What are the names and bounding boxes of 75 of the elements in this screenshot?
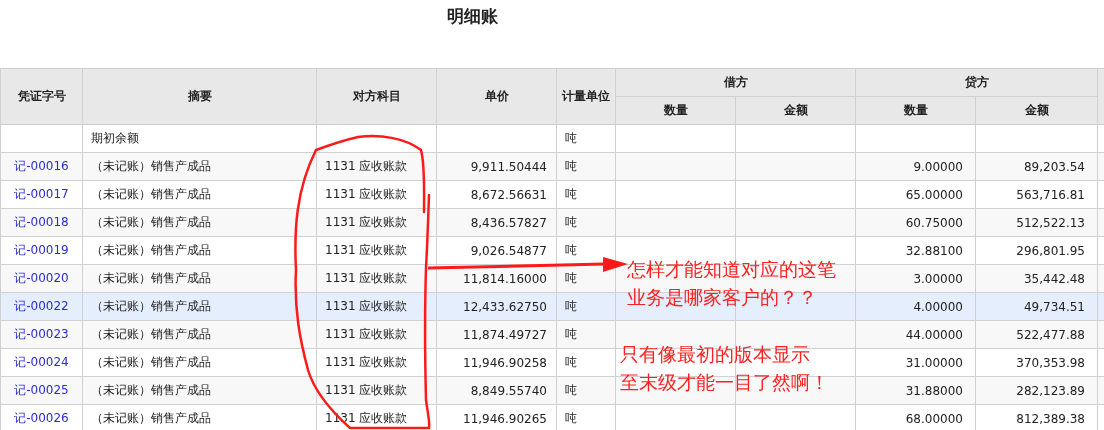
table-cell: 吨 [565, 271, 577, 285]
column-header: 金额 [975, 96, 1098, 125]
table-cell: （未记账）销售产成品 [91, 215, 211, 229]
table-cell: 35,442.48 [1023, 271, 1085, 286]
page-title: 明细账 [446, 5, 498, 27]
table-cell: 1131 应收账款 [325, 187, 408, 201]
column-header: 数量 [855, 96, 976, 125]
table-cell: 49,734.51 [1023, 299, 1085, 314]
column-group-header: 贷方 [855, 68, 1098, 97]
table-cell: 44.00000 [905, 327, 963, 342]
table-cell: 吨 [565, 243, 577, 257]
table-cell: 32.88100 [905, 243, 963, 258]
table-cell: 8,672.56631 [470, 187, 547, 202]
table-cell: 563,716.81 [1016, 187, 1085, 202]
table-cell: （未记账）销售产成品 [91, 271, 211, 285]
column-header: 金额 [735, 96, 856, 125]
table-cell: 9.00000 [913, 159, 963, 174]
table-cell: 9,911.50444 [470, 159, 547, 174]
table-cell: 89,203.54 [1023, 159, 1085, 174]
table-cell: 12,433.62750 [463, 299, 547, 314]
table-cell: 1131 应收账款 [325, 383, 408, 397]
table-cell: 522,477.88 [1016, 327, 1085, 342]
table-cell: 282,123.89 [1016, 383, 1085, 398]
table-cell: （未记账）销售产成品 [91, 411, 211, 425]
annotation-text: 只有像最初的版本显示 至末级才能一目了然啊！ [620, 342, 829, 395]
table-cell: 11,946.90265 [463, 411, 547, 426]
table-cell: 11,874.49727 [463, 327, 547, 342]
table-cell: 296,801.95 [1016, 243, 1085, 258]
column-header: 凭证字号 [0, 68, 83, 125]
table-cell: 1131 应收账款 [325, 299, 408, 313]
table-cell: （未记账）销售产成品 [91, 355, 211, 369]
table-cell: 31.88000 [905, 383, 963, 398]
table-cell: 吨 [565, 159, 577, 173]
column-header: 计量单位 [556, 68, 616, 125]
table-cell: 吨 [565, 187, 577, 201]
table-cell: 吨 [565, 411, 577, 425]
table-cell: 1131 应收账款 [325, 271, 408, 285]
table-cell: （未记账）销售产成品 [91, 159, 211, 173]
table-cell: 370,353.98 [1016, 355, 1085, 370]
table-cell: 1131 应收账款 [325, 159, 408, 173]
table-cell: 60.75000 [905, 215, 963, 230]
table-cell: 吨 [565, 131, 577, 145]
table-cell: 11,814.16000 [463, 271, 547, 286]
table-cell: （未记账）销售产成品 [91, 299, 211, 313]
table-cell: 512,522.13 [1016, 215, 1085, 230]
table-cell: 11,946.90258 [463, 355, 547, 370]
table-cell: 吨 [565, 327, 577, 341]
column-group-header: 借方 [615, 68, 856, 97]
table-cell: （未记账）销售产成品 [91, 187, 211, 201]
table-cell: （未记账）销售产成品 [91, 327, 211, 341]
column-header: 单价 [436, 68, 557, 125]
table-cell: 期初余额 [91, 131, 139, 145]
table-cell: 4.00000 [913, 299, 963, 314]
annotation-text: 怎样才能知道对应的这笔 业务是哪家客户的？？ [627, 257, 836, 310]
table-cell: 65.00000 [905, 187, 963, 202]
table-cell: 1131 应收账款 [325, 327, 408, 341]
table-cell: 1131 应收账款 [325, 215, 408, 229]
table-cell: 1131 应收账款 [325, 355, 408, 369]
table-cell: 3.00000 [913, 271, 963, 286]
column-header: 摘要 [82, 68, 317, 125]
table-cell: 1131 应收账款 [325, 243, 408, 257]
table-cell: 8,436.57827 [470, 215, 547, 230]
table-cell: 31.00000 [905, 355, 963, 370]
table-cell: 8,849.55740 [470, 383, 547, 398]
table-cell: 吨 [565, 355, 577, 369]
table-cell: 吨 [565, 383, 577, 397]
table-cell: 68.00000 [905, 411, 963, 426]
table-cell: 9,026.54877 [470, 243, 547, 258]
table-cell: 吨 [565, 215, 577, 229]
table-cell: （未记账）销售产成品 [91, 243, 211, 257]
table-cell: 812,389.38 [1016, 411, 1085, 426]
column-header: 对方科目 [316, 68, 437, 125]
column-header: 数量 [615, 96, 736, 125]
table-cell: 吨 [565, 299, 577, 313]
table-cell: （未记账）销售产成品 [91, 383, 211, 397]
